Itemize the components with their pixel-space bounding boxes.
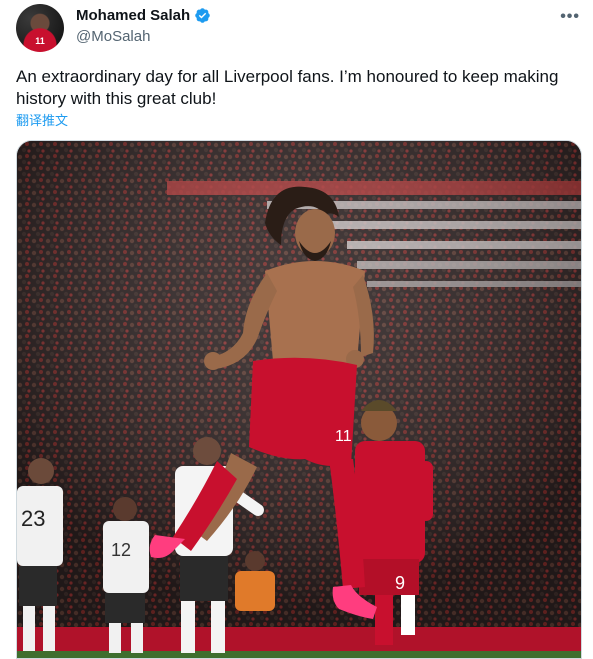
celebration-photo-illustration: 23 12 9 11 [17,141,581,658]
opponent-number-23: 23 [21,506,45,531]
tweet-text: An extraordinary day for all Liverpool f… [16,67,559,108]
author-display-name[interactable]: Mohamed Salah [76,7,190,24]
tweet-header: 11 Mohamed Salah @MoSalah ••• [16,2,582,54]
player-number: 11 [335,428,352,445]
author-handle[interactable]: @MoSalah [76,28,150,45]
avatar[interactable]: 11 [16,4,64,52]
author-name-row[interactable]: Mohamed Salah [76,7,211,24]
teammate-number: 9 [395,573,405,593]
avatar-jersey-number: 11 [35,36,45,46]
pitch [17,651,581,658]
opponent-number-12: 12 [111,540,131,560]
verified-badge-icon [195,8,210,23]
ad-board [17,627,581,651]
tweet-photo[interactable]: 23 12 9 11 [16,140,582,659]
more-options-icon[interactable]: ••• [560,8,580,26]
translate-tweet-link[interactable]: 翻译推文 [16,110,68,129]
